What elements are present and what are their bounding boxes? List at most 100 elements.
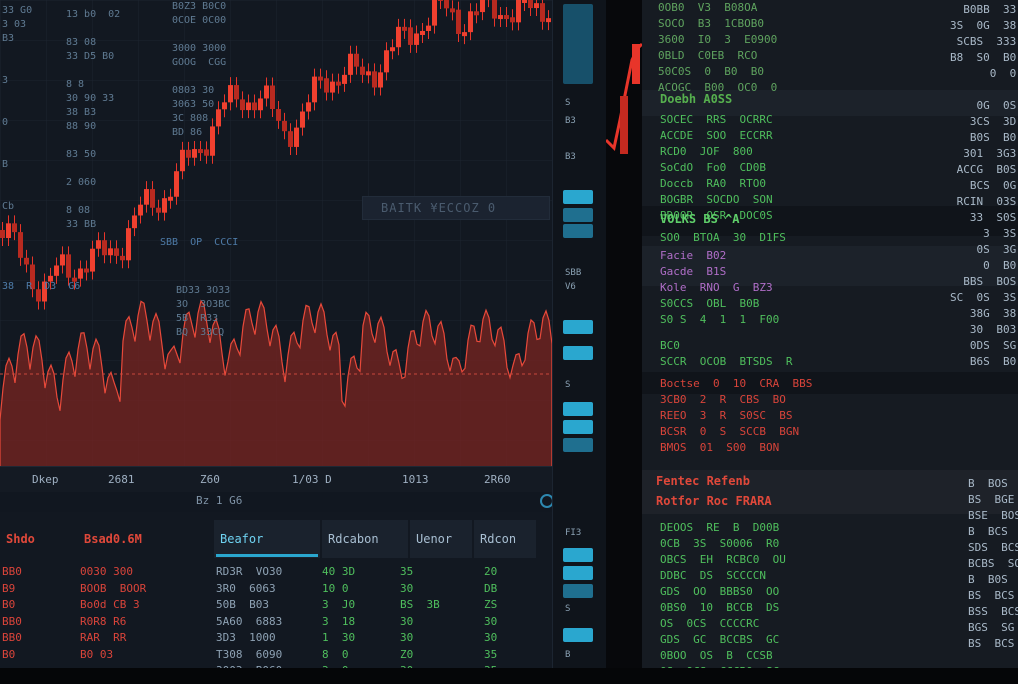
overlay-sg: SBB OP CCCI [160, 237, 239, 248]
candle [396, 26, 401, 48]
tool-button[interactable] [563, 346, 593, 360]
candle [108, 248, 113, 256]
text-line: 35 [484, 647, 498, 661]
section-title: VOLKS BS ^A [660, 212, 740, 226]
candle [54, 265, 59, 276]
text-line: 5A60 6883 [216, 614, 283, 628]
tool-button[interactable] [563, 566, 593, 580]
text-line: 3000 3000 [172, 43, 227, 54]
candle [510, 17, 515, 23]
table-header[interactable]: Shdo [0, 520, 70, 558]
text-line: 8 08 [66, 205, 91, 216]
text-line: 3R0 6063 [216, 581, 276, 595]
text-line: DB [484, 581, 498, 595]
panel-divider [606, 0, 642, 684]
candle [144, 189, 149, 205]
right-section-4: Facie B02 Gacde B1S Kole RNO G BZ3 [660, 248, 773, 296]
candle [360, 66, 365, 75]
text-line: BB0 [2, 565, 22, 578]
orders-table: Shdo Bsad0.6M Beafor Rdcabon Uenor Rdcon… [0, 520, 552, 668]
tab-rdcon[interactable]: Rdcon [474, 520, 536, 558]
text-line: B0Z3 B0C0 [172, 1, 227, 12]
tool-button[interactable] [563, 628, 593, 642]
candle [516, 0, 521, 23]
text-line [66, 22, 120, 36]
text-line: 0803 30 [172, 85, 215, 96]
candle [168, 196, 173, 201]
tool-button[interactable] [563, 420, 593, 434]
tool-button[interactable] [563, 402, 593, 416]
tool-strip-top[interactable] [563, 4, 593, 84]
right-column: B0BB 33 3S 0G 38 SCBS 333 B8 S0 B0 0 0 0G 0S… [950, 2, 1016, 370]
candle [426, 25, 431, 31]
text-line: BB0 [2, 614, 22, 628]
text-line: B8 S0 B0 [950, 51, 1017, 64]
order-book-panel: 0OB0 V3 B08OA SOCO B3 1CBOB0 3600 I0 3 E09… [642, 0, 1018, 668]
text-line: SCCR OCOB BTSDS R [660, 355, 793, 368]
candle [492, 0, 497, 19]
text-line: 3600 I0 3 E0900 [658, 33, 778, 46]
text-line: S0 S 4 1 1 F00 [660, 313, 780, 326]
text-line: 3C 808 [172, 113, 209, 124]
tool-button[interactable] [563, 224, 593, 238]
text-line: B9 [2, 581, 16, 595]
right-section-5: S0CCS OBL B0B S0 S 4 1 1 F00 [660, 296, 779, 328]
candle [180, 149, 185, 172]
tool-button[interactable] [563, 548, 593, 562]
text-line [172, 70, 226, 84]
text-line: 88 90 [66, 121, 97, 132]
text-line: B B0S [968, 573, 1008, 586]
text-line: Doccb RA0 RTO0 [660, 177, 766, 190]
text-line: BMOS 01 S00 BON [660, 441, 780, 454]
text-line: 83 08 [66, 37, 97, 48]
tab-rdcabon[interactable]: Rdcabon [322, 520, 408, 558]
candle [96, 240, 101, 249]
tool-button[interactable] [563, 438, 593, 452]
text-line: 50B B03 [216, 598, 269, 611]
text-line: RD3R VO30 [216, 565, 283, 578]
text-line: B0 [2, 647, 16, 661]
text-line [66, 64, 120, 78]
candle [12, 223, 17, 233]
text-line: SC 0S 3S [950, 291, 1017, 304]
tool-button[interactable] [563, 190, 593, 204]
text-line: 10 0 [322, 581, 349, 595]
candle [324, 78, 329, 93]
candle [228, 85, 233, 103]
candle [504, 15, 509, 20]
tool-label: S [565, 380, 571, 390]
text-line: 38G 38 [969, 307, 1017, 320]
candle [462, 32, 467, 37]
text-line: DDBC DS SCCCCN [660, 569, 766, 582]
trading-dashboard: 33 G0 3 03 B3 3 0 B Cb 13 b0 02 83 08 33 D5… [0, 0, 1018, 684]
text-line: 0BOO OS B CCSB [660, 649, 773, 662]
text-line: 30 90 33 [66, 93, 115, 104]
candle [372, 71, 377, 88]
candle [546, 18, 551, 23]
tool-button[interactable] [563, 320, 593, 334]
price-chart[interactable]: 33 G0 3 03 B3 3 0 B Cb 13 b0 02 83 08 33 D5… [0, 0, 552, 470]
candle [378, 72, 383, 88]
text-line: RCIN 03S [956, 195, 1017, 208]
text-line: BCSR 0 S SCCB BGN [660, 425, 800, 438]
tool-button[interactable] [563, 208, 593, 222]
x-sub-axis: Bz 1 G6 [0, 492, 552, 512]
candle [90, 248, 95, 272]
tab-beafor[interactable]: Beafor [214, 520, 320, 558]
text-line: RCD0 JOF 800 [660, 145, 753, 158]
table-header[interactable]: Bsad0.6M [78, 520, 208, 558]
overlay-low: BD33 3O33 3O 3O3BC 5B R33 BQ 33CQ [176, 284, 230, 340]
candle [438, 0, 443, 1]
col-b: 0030 300 BOOB BOOR Bo0d CB 3 R0R8 R6 RAR RR B… [80, 564, 146, 663]
tool-button[interactable] [563, 584, 593, 598]
candle [270, 85, 275, 109]
x-tick: 1/03 D [292, 473, 332, 486]
candle [66, 254, 71, 278]
candle [192, 149, 197, 158]
text-line [2, 46, 32, 60]
candle [258, 98, 263, 111]
text-line [2, 102, 32, 116]
tab-uenor[interactable]: Uenor [410, 520, 472, 558]
candle [342, 74, 347, 84]
candle [534, 3, 539, 9]
